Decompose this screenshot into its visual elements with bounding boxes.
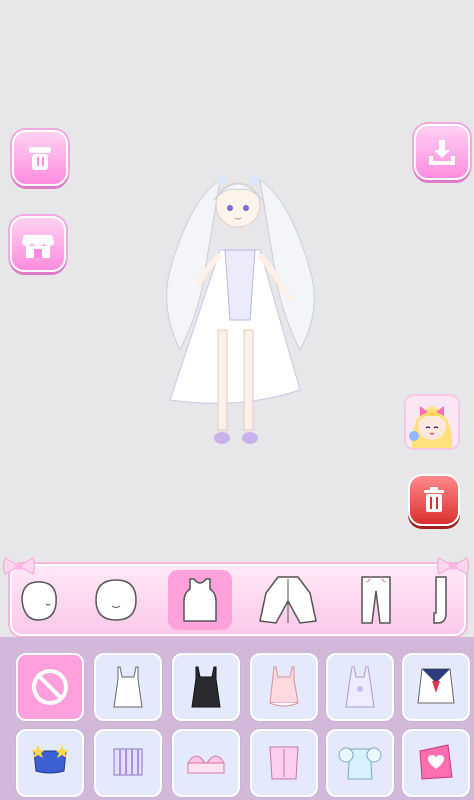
sailor-top-icon xyxy=(417,668,455,704)
head-icon xyxy=(95,579,137,621)
character-avatar-button[interactable] xyxy=(404,394,460,450)
trash-bin-button[interactable] xyxy=(12,130,68,186)
category-socks[interactable] xyxy=(420,570,460,630)
item-sailor-top[interactable] xyxy=(402,653,470,721)
item-shell-bra-top[interactable] xyxy=(172,729,240,797)
shop-button[interactable] xyxy=(10,216,66,272)
black-camisole-icon xyxy=(191,666,221,708)
category-bar xyxy=(0,556,474,636)
shell-bra-top-icon xyxy=(187,755,225,774)
item-purple-stripe-top[interactable] xyxy=(94,729,162,797)
shop-icon xyxy=(22,235,54,258)
delete-button[interactable] xyxy=(408,474,460,526)
item-pink-heart-top[interactable] xyxy=(402,729,470,797)
item-grid xyxy=(0,637,474,800)
item-none[interactable] xyxy=(16,653,84,721)
item-lavender-lace-top[interactable] xyxy=(326,653,394,721)
item-pink-corset-top[interactable] xyxy=(250,729,318,797)
head-side-icon xyxy=(21,581,57,621)
item-pink-top[interactable] xyxy=(250,653,318,721)
purple-stripe-top-icon xyxy=(113,748,143,776)
download-icon xyxy=(429,140,455,165)
character-avatar-icon xyxy=(406,396,458,448)
white-camisole-icon xyxy=(113,666,143,708)
item-black-camisole[interactable] xyxy=(172,653,240,721)
download-button[interactable] xyxy=(414,124,470,180)
pink-top-icon xyxy=(269,666,299,707)
no-item-icon xyxy=(32,669,68,705)
cardigan-icon xyxy=(259,576,317,624)
blue-puff-top-icon xyxy=(338,747,382,780)
category-face[interactable] xyxy=(84,570,148,630)
category-pants[interactable] xyxy=(344,570,408,630)
item-blue-star-top[interactable] xyxy=(16,729,84,797)
sock-icon xyxy=(433,576,447,624)
category-tops[interactable] xyxy=(168,570,232,630)
pants-icon xyxy=(361,576,391,624)
lavender-lace-top-icon xyxy=(345,666,375,708)
tank-top-icon xyxy=(183,578,217,622)
trash-bin-icon xyxy=(29,147,51,170)
category-head-side[interactable] xyxy=(6,570,70,630)
item-white-camisole[interactable] xyxy=(94,653,162,721)
character-figure xyxy=(150,160,330,460)
pink-corset-top-icon xyxy=(269,746,299,780)
blue-star-top-icon xyxy=(31,745,69,774)
pink-heart-top-icon xyxy=(419,744,453,780)
item-blue-puff-top[interactable] xyxy=(326,729,394,797)
delete-icon xyxy=(424,487,444,512)
category-outerwear[interactable] xyxy=(256,570,320,630)
